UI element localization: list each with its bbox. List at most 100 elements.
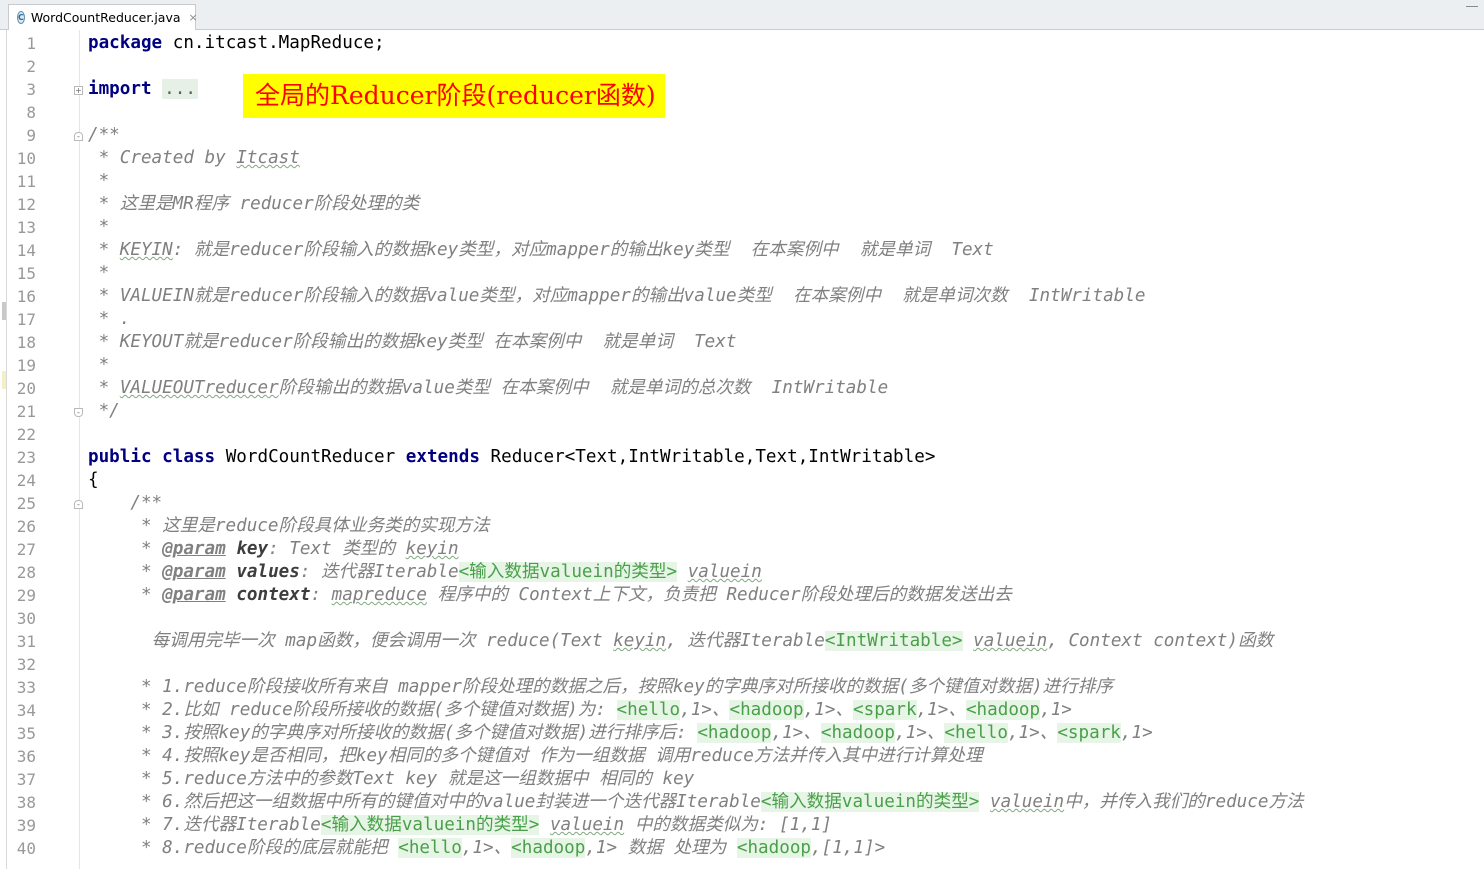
code-token: @param	[162, 539, 226, 559]
line-number: 36	[16, 747, 36, 766]
line-number: 30	[16, 609, 36, 628]
code-token: <hadoop	[729, 700, 804, 720]
code-token: Itcast	[236, 148, 300, 168]
code-token: 中的数据类似为: [1,1]	[624, 815, 833, 835]
code-editor[interactable]: 1 2 3 8 9 10 11 12 13 14 15 16 17 18 19 20 21 22 23 24 25 26 2…	[0, 30, 1484, 869]
code-token: ,1>、	[1007, 723, 1058, 743]
code-line[interactable]: * @param context: mapreduce 程序中的 Context…	[88, 584, 1012, 607]
close-tab-icon[interactable]: ×	[189, 11, 198, 24]
code-line[interactable]: * .	[88, 308, 131, 331]
code-line[interactable]: * 7.迭代器Iterable<输入数据valuein的类型> valuein …	[88, 814, 832, 837]
fold-end-comment-icon[interactable]: -	[74, 408, 83, 417]
code-token: context	[236, 585, 311, 605]
code-line[interactable]: import ...	[88, 78, 198, 101]
java-class-icon: C	[17, 11, 25, 24]
code-line[interactable]: * 1.reduce阶段接收所有来自 mapper阶段处理的数据之后，按照key…	[88, 676, 1113, 699]
gutter-caret-marker	[2, 371, 6, 389]
code-token: * 6.然后把这一组数据中所有的键值对中的value封装进一个迭代器Iterab…	[88, 792, 761, 812]
code-token: valuein	[549, 815, 625, 835]
line-number: 1	[26, 34, 36, 53]
line-number: 25	[16, 494, 36, 513]
code-line[interactable]: * 8.reduce阶段的底层就能把 <hello,1>、<hadoop,1> …	[88, 837, 885, 860]
code-token: * 这里是MR程序 reducer阶段处理的类	[88, 194, 420, 214]
code-line[interactable]: * 5.reduce方法中的参数Text key 就是这一组数据中 相同的 ke…	[88, 768, 694, 791]
code-line[interactable]: {	[88, 469, 99, 492]
code-line[interactable]: * 3.按照key的字典序对所接收的数据(多个键值对数据)进行排序后: <had…	[88, 722, 1153, 745]
code-line[interactable]: * VALUEOUTreducer阶段输出的数据value类型 在本案例中 就是…	[88, 377, 889, 400]
code-token: * KEYOUT就是reducer阶段输出的数据key类型 在本案例中 就是单词…	[88, 332, 737, 352]
code-token: <spark	[1057, 723, 1121, 743]
line-number: 20	[16, 379, 36, 398]
line-number: 26	[16, 517, 36, 536]
fold-expand-import-icon[interactable]: +	[74, 86, 83, 95]
code-line[interactable]: * 2.比如 reduce阶段所接收的数据(多个键值对数据)为: <hello,…	[88, 699, 1072, 722]
fold-collapse-comment-icon[interactable]: -	[74, 132, 83, 141]
code-line[interactable]: package cn.itcast.MapReduce;	[88, 32, 385, 55]
code-token: KEYIN	[119, 240, 173, 260]
code-token: Reducer<Text,IntWritable,Text,IntWritabl…	[479, 447, 936, 467]
code-line[interactable]: *	[88, 354, 110, 377]
code-token: : 迭代器Iterable	[299, 562, 459, 582]
line-number: 40	[16, 839, 36, 858]
code-token: 每调用完毕一次 map函数，便会调用一次 reduce(Text	[88, 631, 614, 651]
code-token: *	[88, 171, 110, 191]
code-token: valuein	[973, 631, 1048, 651]
code-token: <hadoop	[965, 700, 1041, 720]
code-area[interactable]: package cn.itcast.MapReduce; import ... /*…	[88, 30, 1484, 869]
code-token: ,1>	[1120, 723, 1153, 743]
line-number: 28	[16, 563, 36, 582]
code-line[interactable]: * @param key: Text 类型的 keyin	[88, 538, 459, 561]
editor-tab-wordcountreducer[interactable]: C WordCountReducer.java ×	[8, 4, 198, 30]
code-token: *	[88, 240, 120, 260]
code-token: <spark	[853, 700, 917, 720]
line-number: 22	[16, 425, 36, 444]
line-number: 29	[16, 586, 36, 605]
code-token: * .	[88, 309, 131, 329]
code-token: public class	[88, 447, 216, 467]
code-line[interactable]: 每调用完毕一次 map函数，便会调用一次 reduce(Text keyin, …	[88, 630, 1273, 653]
code-line[interactable]: * Created by Itcast	[88, 147, 300, 170]
code-token: <hello	[944, 723, 1008, 743]
code-token: * 4.按照key是否相同，把key相同的多个键值对 作为一组数据 调用redu…	[88, 746, 983, 766]
code-line[interactable]: *	[88, 216, 110, 239]
code-token: package	[88, 33, 163, 53]
code-token: <输入数据valuein的类型>	[458, 562, 678, 582]
code-line[interactable]: * 这里是reduce阶段具体业务类的实现方法	[88, 515, 490, 538]
code-line[interactable]: *	[88, 262, 110, 285]
code-line[interactable]: /**	[88, 492, 162, 515]
code-line[interactable]: * 4.按照key是否相同，把key相同的多个键值对 作为一组数据 调用redu…	[88, 745, 983, 768]
fold-collapse-javadoc-icon[interactable]: -	[74, 500, 83, 509]
code-token: ,[1,1]>	[811, 838, 886, 858]
code-line[interactable]: *	[88, 170, 110, 193]
code-token: <输入数据valuein的类型>	[760, 792, 980, 812]
code-token: ,1> 数据 处理为	[585, 838, 737, 858]
line-number: 12	[16, 195, 36, 214]
code-line[interactable]: * @param values: 迭代器Iterable<输入数据valuein…	[88, 561, 762, 584]
code-token: ,1>、	[461, 838, 512, 858]
code-token: WordCountReducer	[215, 447, 406, 467]
code-line[interactable]: * VALUEIN就是reducer阶段输入的数据value类型，对应mappe…	[88, 285, 1146, 308]
code-token: @param	[162, 585, 226, 605]
code-token: * Created by	[88, 148, 237, 168]
line-number: 19	[16, 356, 36, 375]
code-token: keyin	[613, 631, 667, 651]
editor-tab-bar: C WordCountReducer.java ×	[0, 0, 1484, 30]
code-line[interactable]: * KEYIN: 就是reducer阶段输入的数据key类型，对应mapper的…	[88, 239, 994, 262]
code-line[interactable]: */	[88, 400, 120, 423]
code-line[interactable]: * 6.然后把这一组数据中所有的键值对中的value封装进一个迭代器Iterab…	[88, 791, 1304, 814]
code-token: *	[88, 539, 163, 559]
code-token: 阶段输出的数据value类型 在本案例中 就是单词的总次数 IntWritabl…	[278, 378, 889, 398]
code-token: mapreduce	[331, 585, 427, 605]
code-token: <hadoop	[697, 723, 772, 743]
code-line[interactable]: public class WordCountReducer extends Re…	[88, 446, 935, 469]
code-line[interactable]: * KEYOUT就是reducer阶段输出的数据key类型 在本案例中 就是单词…	[88, 331, 737, 354]
line-number: 27	[16, 540, 36, 559]
line-number-gutter: 1 2 3 8 9 10 11 12 13 14 15 16 17 18 19 20 21 22 23 24 25 26 2…	[0, 30, 83, 869]
code-token: <hello	[398, 838, 462, 858]
code-line[interactable]: * 这里是MR程序 reducer阶段处理的类	[88, 193, 420, 216]
code-line[interactable]: /**	[88, 124, 120, 147]
code-token: @param	[162, 562, 226, 582]
